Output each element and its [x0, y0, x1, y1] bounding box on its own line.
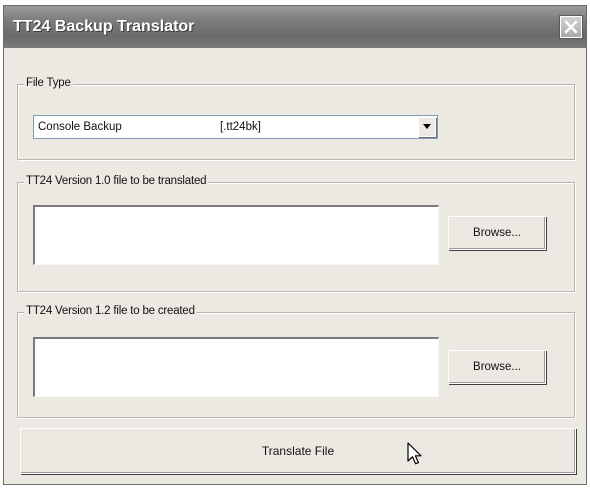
close-icon	[564, 20, 578, 34]
translate-file-button[interactable]: Translate File	[20, 428, 576, 474]
source-browse-button[interactable]: Browse...	[448, 216, 546, 250]
target-file-group: TT24 Version 1.2 file to be created Brow…	[17, 305, 575, 418]
file-type-label: File Type	[24, 77, 73, 89]
file-type-selected-name: Console Backup	[38, 121, 122, 133]
source-file-label: TT24 Version 1.0 file to be translated	[24, 175, 209, 187]
target-file-label: TT24 Version 1.2 file to be created	[24, 305, 197, 317]
file-type-select[interactable]: Console Backup [.tt24bk]	[33, 115, 438, 139]
file-type-group: File Type Console Backup [.tt24bk]	[17, 77, 575, 160]
target-file-field[interactable]	[33, 337, 439, 397]
mouse-pointer-icon	[407, 442, 422, 465]
close-button[interactable]	[560, 16, 582, 38]
target-browse-button[interactable]: Browse...	[448, 350, 546, 384]
chevron-down-icon	[423, 124, 431, 129]
dialog-window: TT24 Backup Translator File Type Console…	[3, 5, 587, 485]
source-file-field[interactable]	[33, 205, 439, 265]
source-file-group: TT24 Version 1.0 file to be translated B…	[17, 175, 575, 292]
window-title: TT24 Backup Translator	[13, 18, 195, 35]
title-bar[interactable]: TT24 Backup Translator	[4, 6, 586, 48]
file-type-dropdown-button[interactable]	[418, 117, 436, 137]
file-type-selected-extension: [.tt24bk]	[220, 121, 261, 133]
